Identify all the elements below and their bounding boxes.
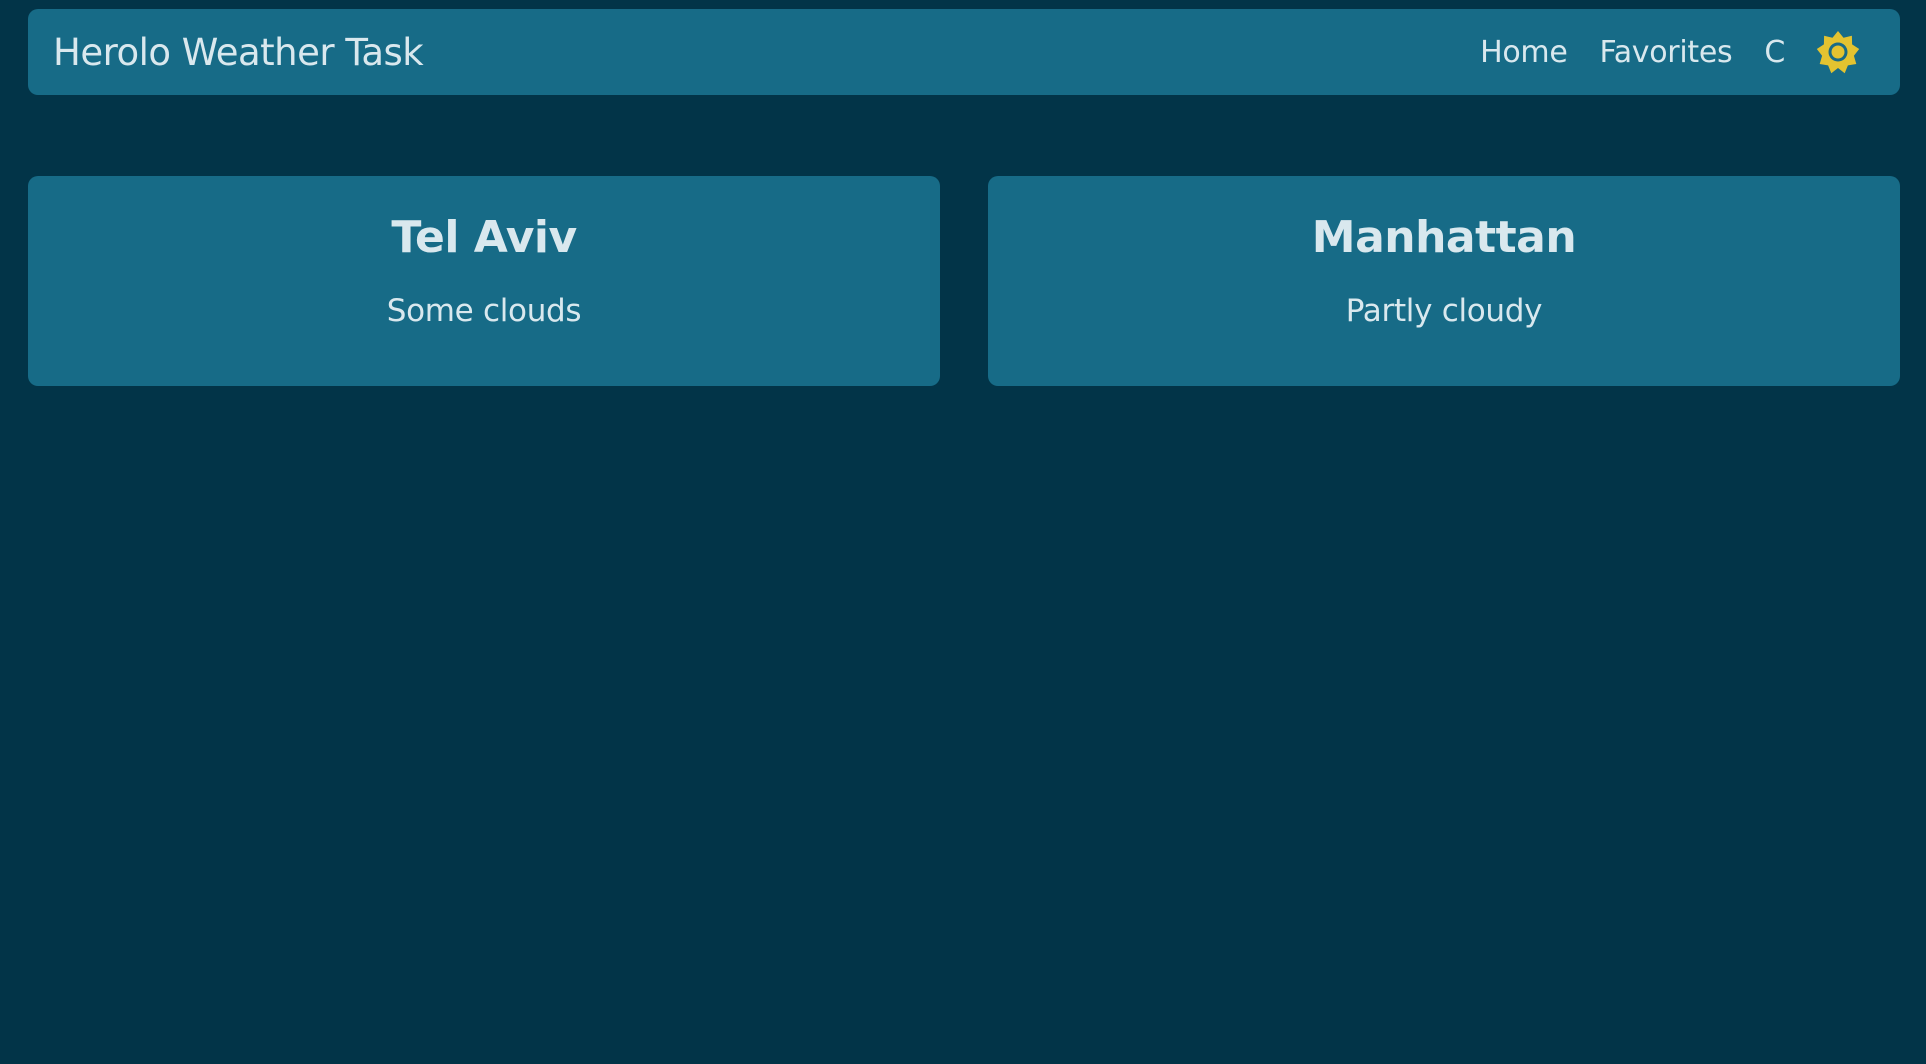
sun-icon xyxy=(1816,31,1860,74)
city-name: Manhattan xyxy=(1311,212,1577,263)
favorites-list: Tel Aviv Some clouds Manhattan Partly cl… xyxy=(28,176,1900,386)
temperature-unit-toggle[interactable]: C xyxy=(1764,35,1785,70)
weather-condition: Partly cloudy xyxy=(1345,293,1543,329)
nav-favorites-link[interactable]: Favorites xyxy=(1600,35,1733,70)
city-name: Tel Aviv xyxy=(391,212,577,263)
nav-menu: Home Favorites C xyxy=(1480,29,1875,75)
app-title: Herolo Weather Task xyxy=(53,30,424,74)
favorite-card-tel-aviv[interactable]: Tel Aviv Some clouds xyxy=(28,176,940,386)
nav-home-link[interactable]: Home xyxy=(1480,35,1568,70)
theme-toggle-button[interactable] xyxy=(1815,29,1861,75)
favorite-card-manhattan[interactable]: Manhattan Partly cloudy xyxy=(988,176,1900,386)
weather-condition: Some clouds xyxy=(386,293,582,329)
navbar: Herolo Weather Task Home Favorites C xyxy=(28,9,1900,95)
